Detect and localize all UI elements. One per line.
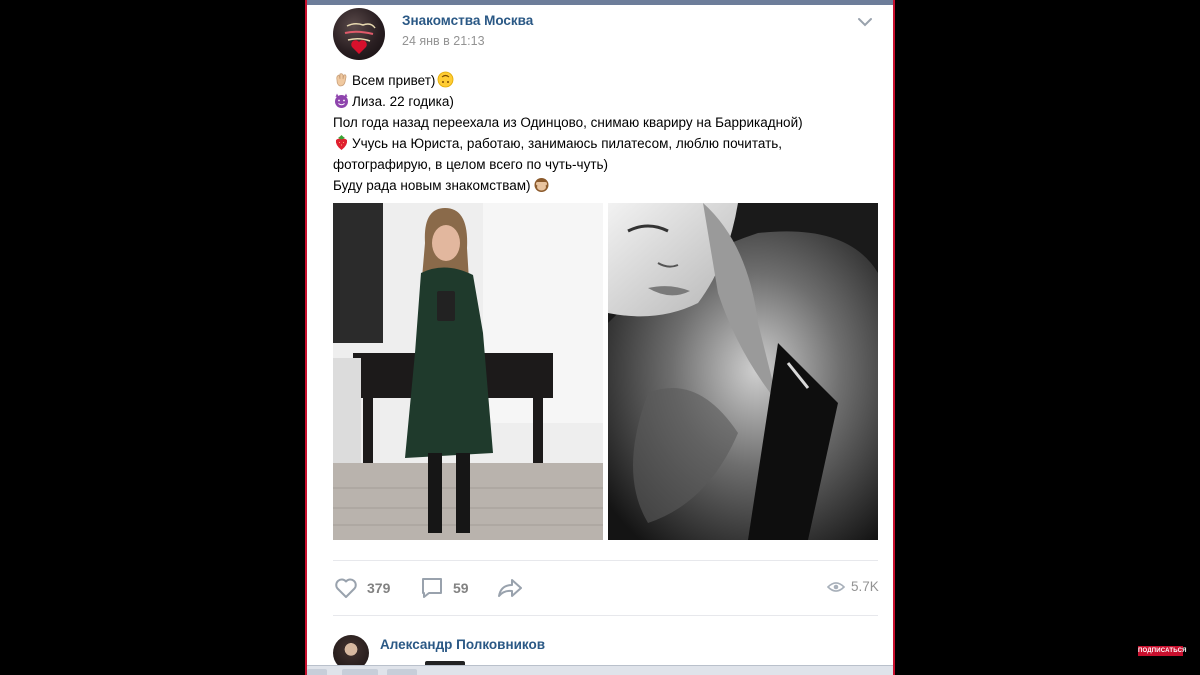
like-button[interactable]: 379 [333,575,390,601]
post-text: Всем привет) Лиза. 22 годика) Пол года н… [333,70,863,196]
chevron-down-icon[interactable] [855,14,875,30]
post-text-line: Пол года назад переехала из Одинцово, сн… [333,112,863,133]
heart-icon [335,578,357,598]
eye-icon [827,581,845,592]
post-text-line: фотографирую, в целом всего по чуть-чуть… [333,154,863,175]
waving-hand-icon [336,73,347,87]
post-text-name-age: Лиза. 22 годика) [352,94,454,109]
upside-down-face-icon [438,71,454,88]
subscribe-badge[interactable]: ПОДПИСАТЬСЯ [1138,646,1187,656]
post-text-line: Учусь на Юриста, работаю, занимаюсь пила… [333,133,863,154]
like-count: 379 [367,580,391,596]
share-arrow-icon [498,579,522,597]
actions-divider [333,560,878,561]
taskbar-strip [307,665,893,675]
taskbar-tab[interactable] [342,669,378,675]
post-text-line: Всем привет) [333,70,863,91]
photo-mirror-selfie[interactable] [333,203,603,540]
smiling-devil-icon [335,93,348,108]
share-button[interactable] [496,575,524,601]
strawberry-icon [335,135,348,150]
comment-count: 59 [453,580,469,596]
post-text-hobbies: фотографирую, в целом всего по чуть-чуть… [333,157,609,172]
taskbar-tab[interactable] [307,669,327,675]
taskbar-tab[interactable] [387,669,417,675]
post-text-closing: Буду рада новым знакомствам) [333,178,531,193]
heart-logo-icon [344,22,376,54]
post-text-line: Лиза. 22 годика) [333,91,863,112]
views-counter: 5.7K [827,579,879,594]
post-text-moved: Пол года назад переехала из Одинцово, сн… [333,115,803,130]
group-name-link[interactable]: Знакомства Москва [402,13,533,28]
photo-fur-hood-selfie[interactable] [608,203,878,540]
screenshot-frame: Знакомства Москва 24 янв в 21:13 Всем пр… [305,0,895,675]
group-avatar[interactable] [333,8,385,60]
view-count: 5.7K [851,579,879,594]
commenter-name-link[interactable]: Александр Полковников [380,637,545,652]
post-text-greeting: Всем привет) [352,73,436,88]
comment-button[interactable]: 59 [419,575,469,601]
comments-divider [333,615,878,616]
top-browser-strip [307,0,893,5]
post-text-line: Буду рада новым знакомствам) [333,175,863,196]
comment-icon [422,578,442,598]
post-text-study: Учусь на Юриста, работаю, занимаюсь пила… [352,136,783,151]
post-date[interactable]: 24 янв в 21:13 [402,34,485,48]
see-no-evil-monkey-icon [534,178,549,192]
